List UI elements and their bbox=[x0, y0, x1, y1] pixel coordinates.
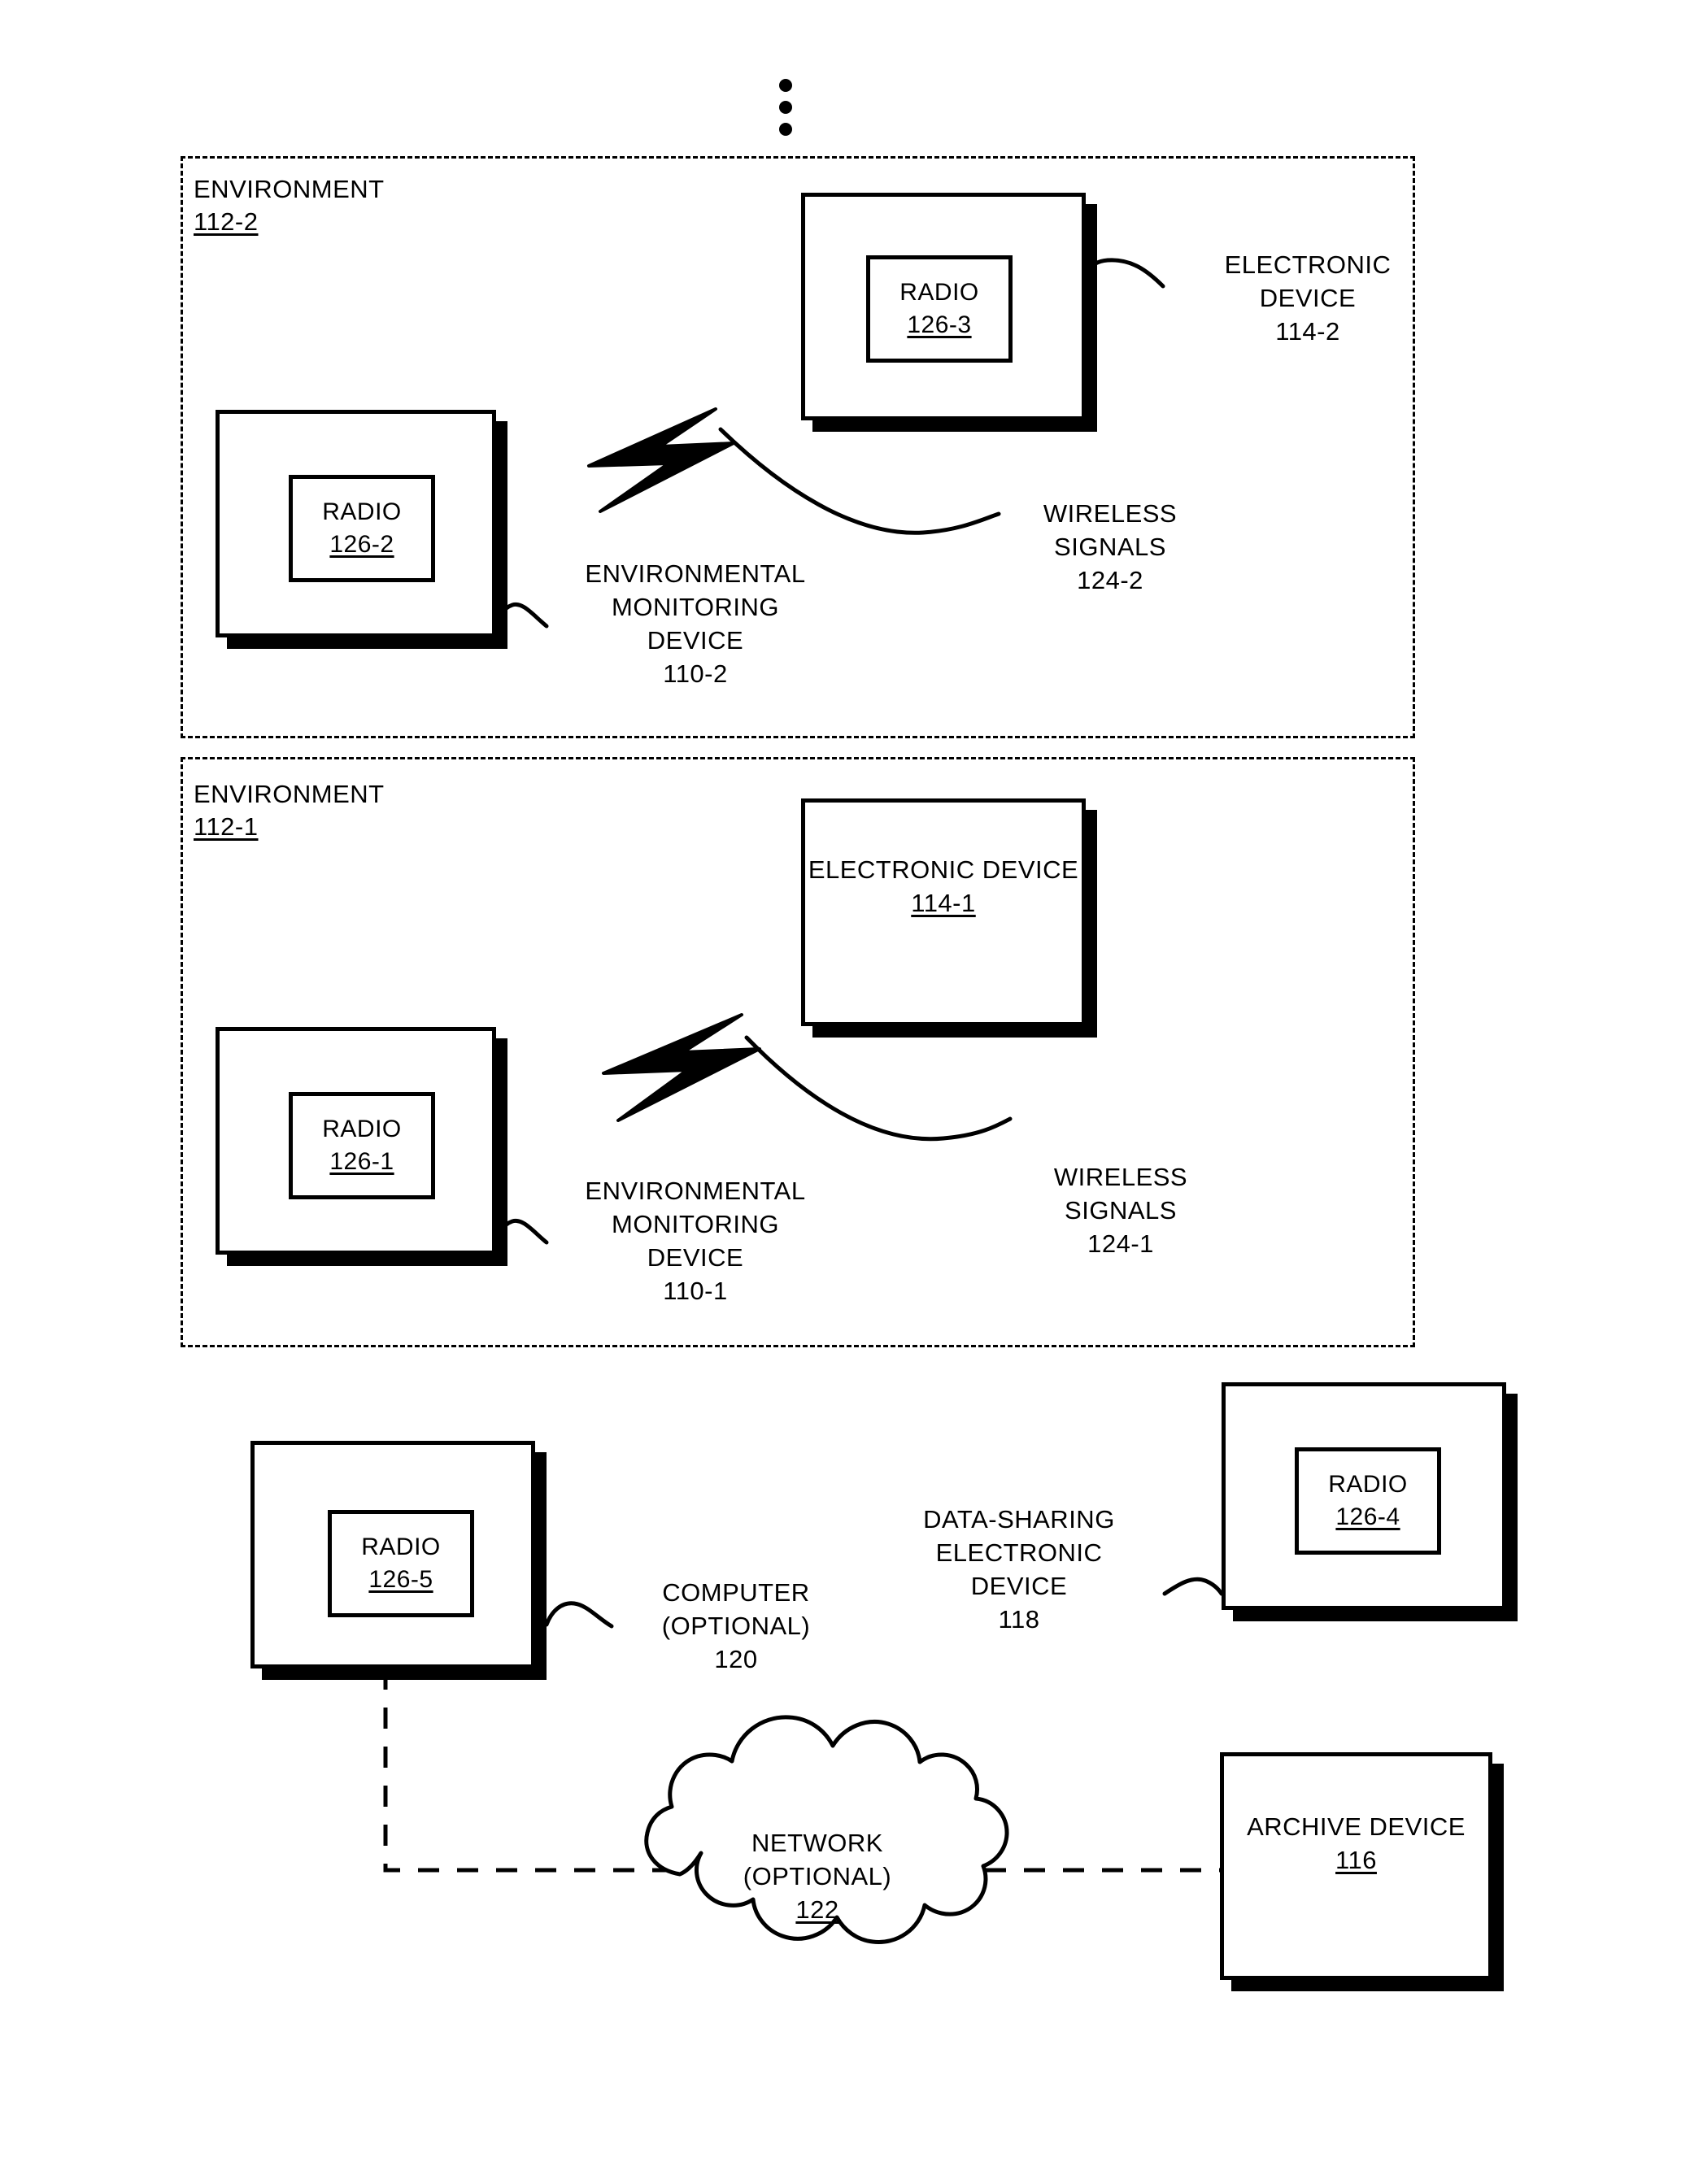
radio-126-3-number: 126-3 bbox=[907, 311, 972, 338]
environmental-monitoring-device-110-1-box[interactable]: RADIO 126-1 bbox=[216, 1027, 496, 1255]
leader-computer-120 bbox=[544, 1601, 614, 1629]
leader-dsed-118 bbox=[1162, 1577, 1224, 1596]
environmental-monitoring-device-110-1-caption: ENVIRONMENTAL MONITORING DEVICE 110-1 bbox=[553, 1174, 838, 1307]
emd-110-1-line2: MONITORING bbox=[612, 1210, 779, 1238]
electronic-device-114-2-box[interactable]: RADIO 126-3 bbox=[801, 193, 1086, 420]
emd-110-1-line3: DEVICE bbox=[647, 1243, 744, 1272]
electronic-device-114-1-line2: DEVICE bbox=[982, 855, 1079, 884]
electronic-device-114-2-line2: DEVICE bbox=[1259, 284, 1357, 312]
radio-126-2-label: RADIO bbox=[322, 498, 402, 525]
emd-110-1-number: 110-1 bbox=[663, 1277, 728, 1305]
data-sharing-electronic-device-118-caption: DATA-SHARING ELECTRONIC DEVICE 118 bbox=[885, 1503, 1153, 1636]
network-122-line1-front: NETWORK bbox=[751, 1829, 883, 1857]
dsed-118-line2: ELECTRONIC bbox=[935, 1538, 1103, 1567]
emd-110-2-line2: MONITORING bbox=[612, 593, 779, 621]
environment-112-1-label: ENVIRONMENT 112-1 bbox=[194, 778, 385, 843]
emd-110-2-line1: ENVIRONMENTAL bbox=[585, 559, 806, 588]
electronic-device-114-1-box[interactable]: ELECTRONIC DEVICE 114-1 bbox=[801, 798, 1086, 1026]
emd-110-1-line1: ENVIRONMENTAL bbox=[585, 1177, 806, 1205]
wireless-signals-124-2-line1: WIRELESS bbox=[1043, 499, 1178, 528]
archive-device-116-box[interactable]: ARCHIVE DEVICE 116 bbox=[1220, 1752, 1492, 1980]
wireless-signals-124-2-line2: SIGNALS bbox=[1054, 533, 1166, 561]
network-122-line2-front: (OPTIONAL) bbox=[743, 1862, 892, 1890]
radio-126-5-box[interactable]: RADIO 126-5 bbox=[328, 1510, 474, 1617]
dsed-118-line1: DATA-SHARING bbox=[923, 1505, 1115, 1534]
dashed-link-computer-to-network bbox=[383, 1668, 680, 1873]
archive-device-116-line1: ARCHIVE bbox=[1247, 1812, 1362, 1841]
emd-110-2-line3: DEVICE bbox=[647, 626, 744, 655]
wireless-signals-124-1-line2: SIGNALS bbox=[1065, 1196, 1177, 1225]
radio-126-5-number: 126-5 bbox=[368, 1566, 433, 1593]
computer-120-number: 120 bbox=[714, 1645, 758, 1673]
radio-126-3-box[interactable]: RADIO 126-3 bbox=[866, 255, 1013, 363]
network-122-label-front: NETWORK (OPTIONAL) 122 bbox=[675, 1826, 960, 1926]
radio-126-4-label: RADIO bbox=[1328, 1471, 1408, 1498]
computer-120-caption: COMPUTER (OPTIONAL) 120 bbox=[622, 1576, 850, 1676]
data-sharing-electronic-device-118-box[interactable]: RADIO 126-4 bbox=[1222, 1382, 1506, 1610]
wireless-signals-124-1-number: 124-1 bbox=[1087, 1229, 1154, 1258]
archive-device-116-text: ARCHIVE DEVICE 116 bbox=[1224, 1810, 1488, 1877]
electronic-device-114-1-number: 114-1 bbox=[911, 889, 976, 917]
environment-112-2-number: 112-2 bbox=[194, 207, 259, 236]
environmental-monitoring-device-110-2-box[interactable]: RADIO 126-2 bbox=[216, 410, 496, 637]
wireless-signals-124-1-caption: WIRELESS SIGNALS 124-1 bbox=[1011, 1160, 1230, 1260]
radio-126-2-number: 126-2 bbox=[329, 531, 394, 558]
computer-120-box[interactable]: RADIO 126-5 bbox=[250, 1441, 535, 1668]
emd-110-2-number: 110-2 bbox=[663, 659, 728, 688]
wireless-signals-124-1-line1: WIRELESS bbox=[1053, 1163, 1188, 1191]
environment-112-1-number: 112-1 bbox=[194, 812, 259, 841]
environment-112-1-name: ENVIRONMENT bbox=[194, 780, 385, 808]
radio-126-2-box[interactable]: RADIO 126-2 bbox=[289, 475, 435, 582]
radio-126-1-label: RADIO bbox=[322, 1116, 402, 1142]
wireless-signals-124-2-number: 124-2 bbox=[1077, 566, 1143, 594]
archive-device-116-line2: DEVICE bbox=[1369, 1812, 1466, 1841]
environment-112-2-label: ENVIRONMENT 112-2 bbox=[194, 173, 385, 238]
electronic-device-114-1-text: ELECTRONIC DEVICE 114-1 bbox=[805, 853, 1082, 920]
radio-126-1-number: 126-1 bbox=[329, 1148, 394, 1175]
dsed-118-number: 118 bbox=[998, 1605, 1040, 1634]
electronic-device-114-1-line1: ELECTRONIC bbox=[808, 855, 975, 884]
electronic-device-114-2-number: 114-2 bbox=[1275, 317, 1340, 346]
electronic-device-114-2-caption: ELECTRONIC DEVICE 114-2 bbox=[1174, 248, 1442, 348]
archive-device-116-number: 116 bbox=[1335, 1846, 1377, 1874]
radio-126-4-box[interactable]: RADIO 126-4 bbox=[1295, 1447, 1441, 1555]
vertical-ellipsis-icon bbox=[779, 79, 792, 136]
radio-126-5-label: RADIO bbox=[361, 1534, 441, 1560]
wireless-signals-124-2-caption: WIRELESS SIGNALS 124-2 bbox=[1000, 497, 1220, 597]
network-122-number-front: 122 bbox=[795, 1895, 839, 1924]
computer-120-line1: COMPUTER bbox=[662, 1578, 810, 1607]
radio-126-1-box[interactable]: RADIO 126-1 bbox=[289, 1092, 435, 1199]
environment-112-2-name: ENVIRONMENT bbox=[194, 175, 385, 203]
radio-126-3-label: RADIO bbox=[899, 279, 979, 306]
radio-126-4-number: 126-4 bbox=[1335, 1503, 1400, 1530]
computer-120-line2: (OPTIONAL) bbox=[661, 1612, 811, 1640]
environmental-monitoring-device-110-2-caption: ENVIRONMENTAL MONITORING DEVICE 110-2 bbox=[553, 557, 838, 690]
electronic-device-114-2-line1: ELECTRONIC bbox=[1224, 250, 1392, 279]
patent-figure-canvas: ENVIRONMENT 112-2 RADIO 126-3 ELECTRONIC… bbox=[0, 0, 1703, 2184]
dsed-118-line3: DEVICE bbox=[970, 1572, 1068, 1600]
